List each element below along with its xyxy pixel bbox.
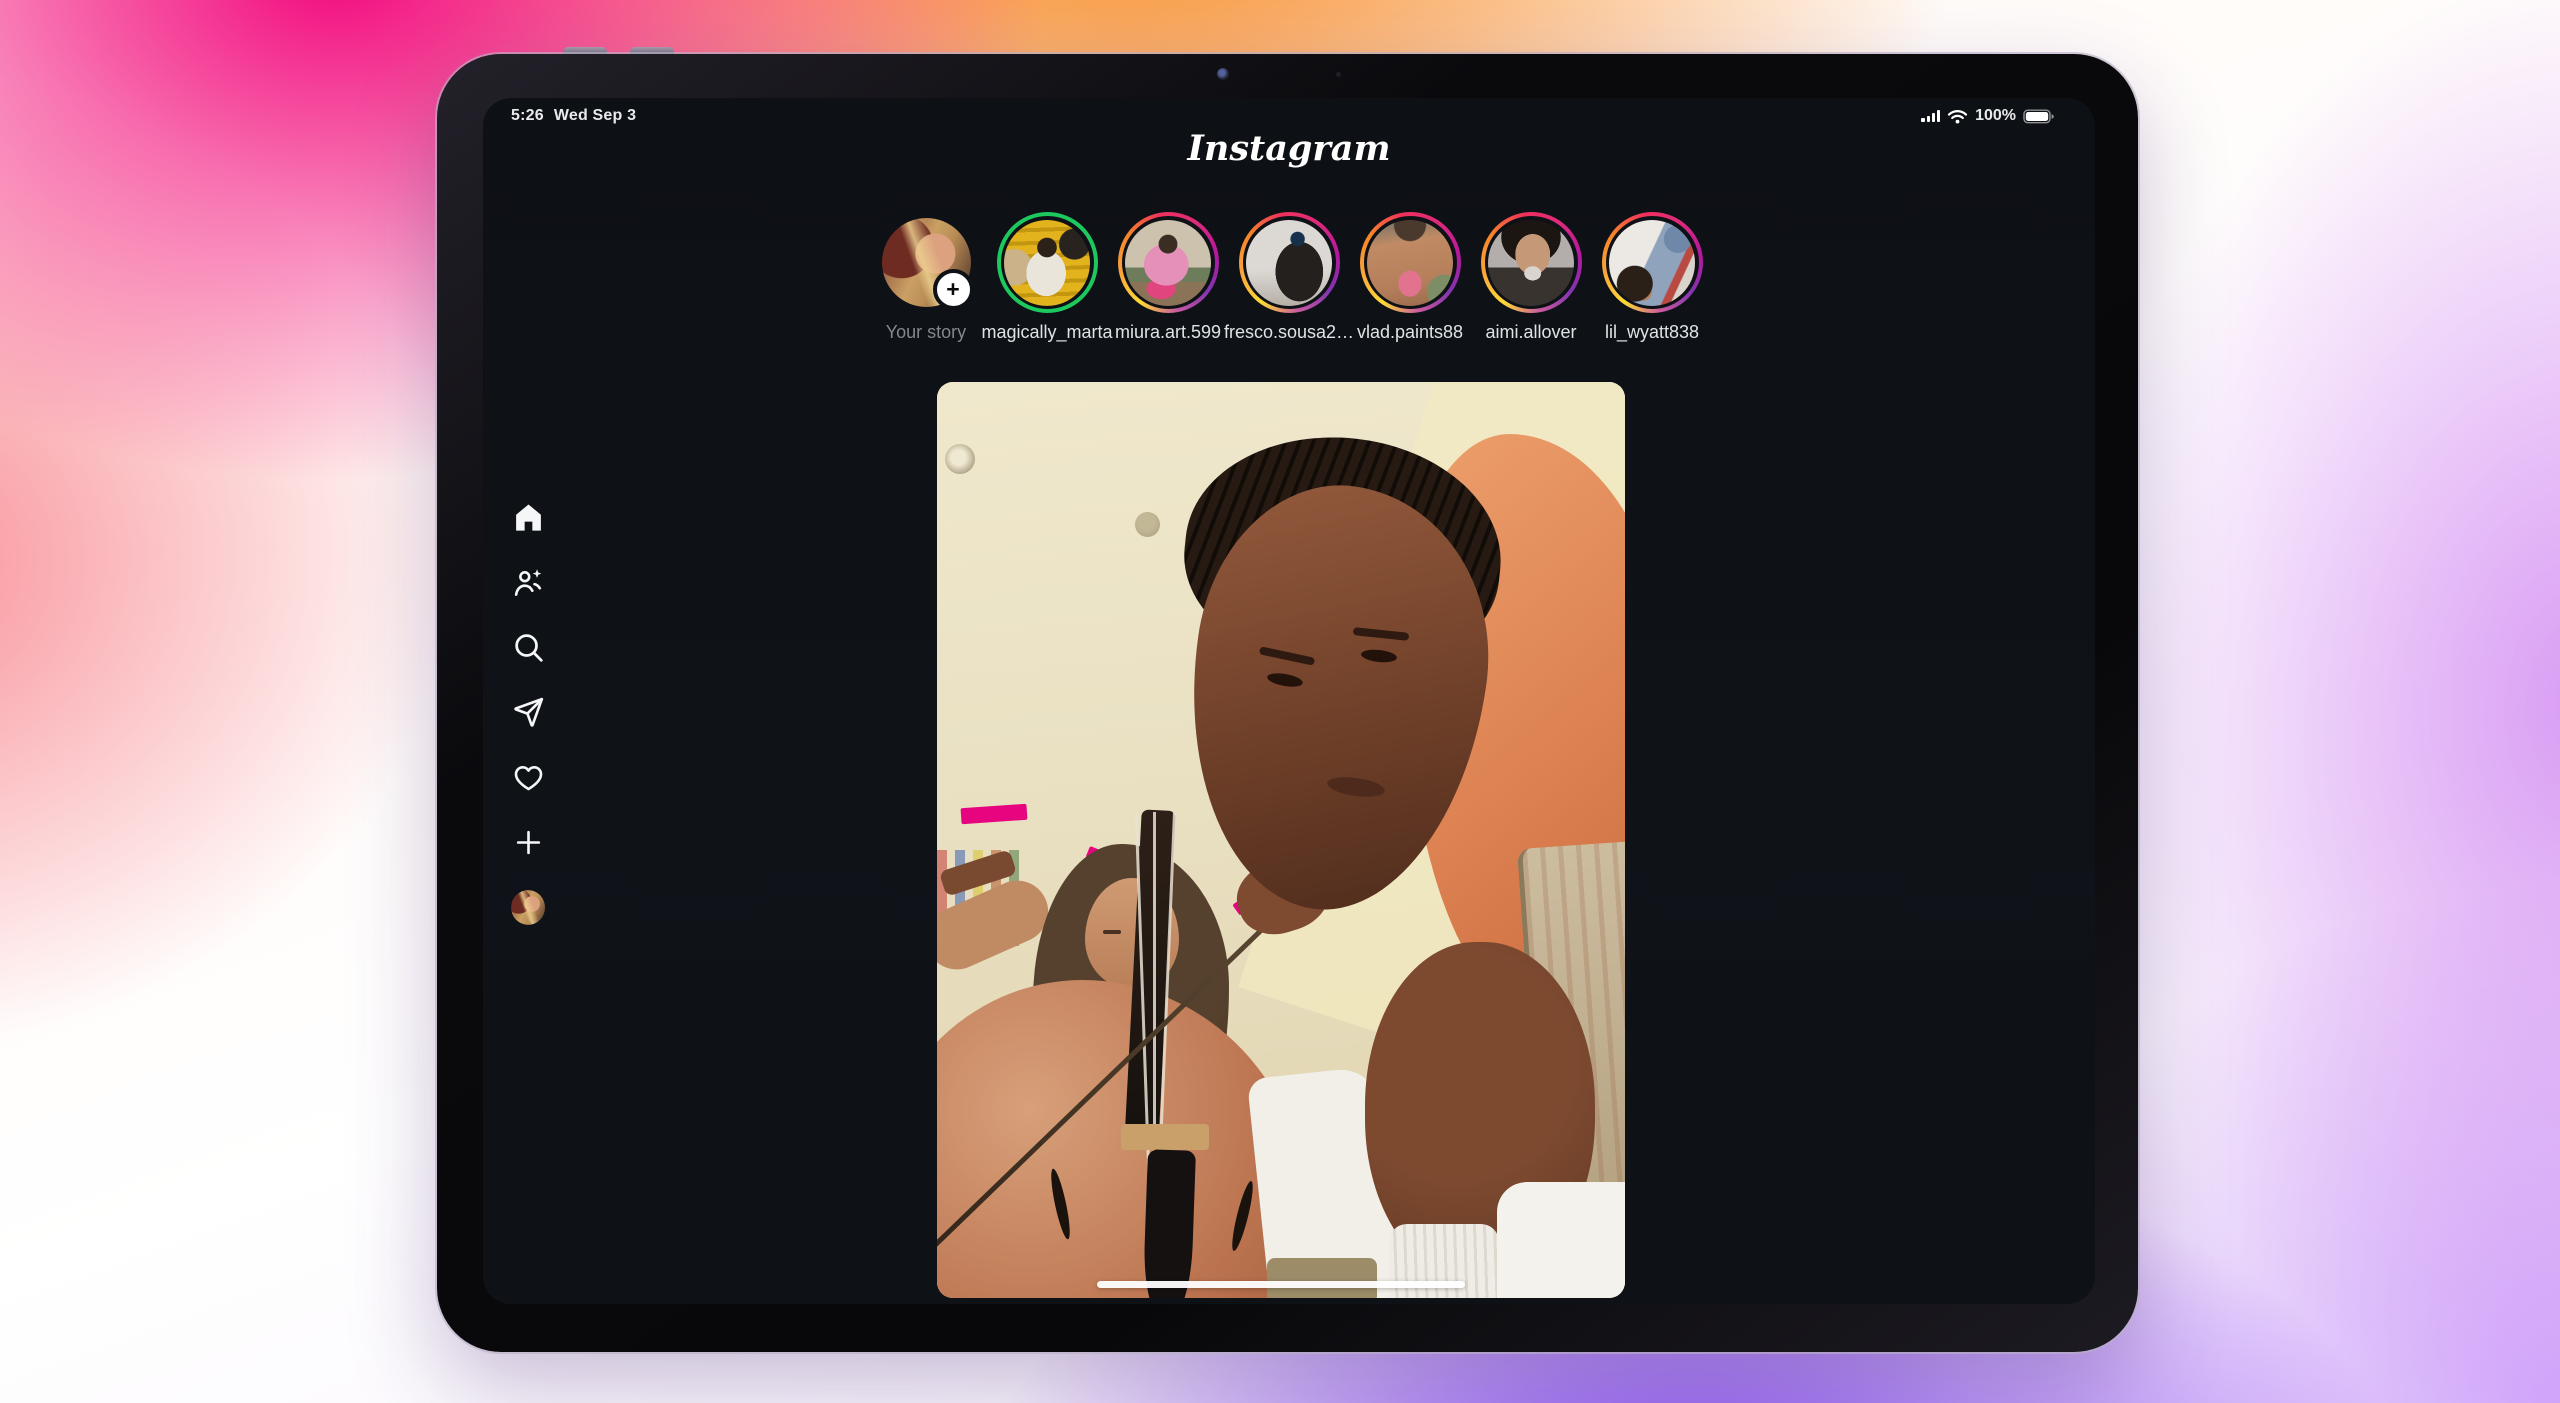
story-avatar bbox=[1367, 219, 1453, 306]
story-item[interactable]: lil_wyatt838 bbox=[1592, 212, 1713, 343]
sidebar-nav bbox=[510, 500, 546, 925]
heart-icon bbox=[514, 765, 542, 790]
sensor-dot bbox=[1336, 72, 1341, 77]
sidebar-item-friends[interactable] bbox=[511, 565, 545, 599]
story-avatar bbox=[1246, 219, 1332, 306]
feed-post-photo[interactable] bbox=[937, 382, 1625, 1298]
khaki-fabric bbox=[1267, 1258, 1377, 1298]
story-username: fresco.sousa2… bbox=[1223, 322, 1355, 342]
ceiling-light bbox=[945, 444, 975, 474]
sidebar-item-search[interactable] bbox=[511, 630, 545, 664]
story-item[interactable]: miura.art.599 bbox=[1108, 212, 1229, 343]
story-ring bbox=[1480, 212, 1582, 313]
story-item[interactable]: aimi.allover bbox=[1471, 212, 1592, 343]
cello-bridge bbox=[1121, 1124, 1209, 1150]
story-ring bbox=[1238, 212, 1340, 313]
battery-icon bbox=[2023, 109, 2054, 123]
cello-tailpiece bbox=[1142, 1149, 1196, 1298]
story-ring bbox=[1359, 212, 1461, 313]
profile-avatar bbox=[511, 889, 545, 925]
story-username: aimi.allover bbox=[1485, 322, 1577, 342]
ceiling-fixture bbox=[1135, 512, 1160, 537]
story-item[interactable]: vlad.paints88 bbox=[1350, 212, 1471, 343]
story-username: lil_wyatt838 bbox=[1604, 322, 1700, 342]
instagram-logo: Instagram bbox=[1187, 128, 1391, 169]
status-date: Wed Sep 3 bbox=[553, 107, 637, 124]
sidebar-item-profile[interactable] bbox=[511, 889, 545, 925]
screenshot-stage: 5:26 Wed Sep 3 100% Instagram + Your sto… bbox=[0, 0, 2560, 1403]
white-fabric bbox=[1497, 1182, 1625, 1298]
story-avatar bbox=[1004, 219, 1090, 306]
cellular-signal-icon bbox=[1921, 110, 1941, 122]
send-icon bbox=[513, 697, 543, 727]
story-ring bbox=[1117, 212, 1219, 313]
story-ring-close-friends bbox=[996, 212, 1098, 313]
story-username: vlad.paints88 bbox=[1356, 322, 1464, 342]
story-ring bbox=[1601, 212, 1703, 313]
story-item[interactable]: fresco.sousa2… bbox=[1224, 212, 1354, 343]
front-camera-icon bbox=[1217, 68, 1229, 80]
story-avatar bbox=[1488, 219, 1574, 306]
status-bar-right: 100% bbox=[1921, 107, 2055, 125]
sidebar-item-notifications[interactable] bbox=[511, 760, 545, 794]
status-time: 5:26 bbox=[511, 107, 544, 124]
story-avatar bbox=[1609, 219, 1695, 306]
story-username: magically_marta bbox=[981, 322, 1113, 342]
search-icon bbox=[514, 633, 543, 662]
battery-percent: 100% bbox=[1975, 107, 2016, 124]
sidebar-item-home[interactable] bbox=[511, 500, 545, 534]
stories-tray: + Your story magically_marta miura.art.5… bbox=[483, 212, 2095, 343]
story-item[interactable]: magically_marta bbox=[981, 212, 1113, 343]
home-indicator[interactable] bbox=[1097, 1281, 1465, 1288]
sidebar-item-messages[interactable] bbox=[511, 695, 545, 729]
home-icon bbox=[515, 503, 541, 531]
instagram-app-screen: 5:26 Wed Sep 3 100% Instagram + Your sto… bbox=[483, 98, 2095, 1304]
story-ring: + bbox=[876, 212, 977, 313]
add-story-plus-icon[interactable]: + bbox=[932, 269, 974, 310]
story-avatar: + bbox=[881, 218, 974, 310]
story-username: miura.art.599 bbox=[1114, 322, 1222, 342]
plus-icon bbox=[516, 830, 540, 854]
story-item-your-story[interactable]: + Your story bbox=[866, 212, 987, 343]
story-username: Your story bbox=[885, 322, 967, 342]
sidebar-item-create[interactable] bbox=[511, 825, 545, 859]
status-bar-left: 5:26 Wed Sep 3 bbox=[511, 107, 636, 125]
story-avatar bbox=[1125, 219, 1211, 306]
friends-icon bbox=[514, 568, 541, 596]
wifi-icon bbox=[1947, 109, 1968, 123]
